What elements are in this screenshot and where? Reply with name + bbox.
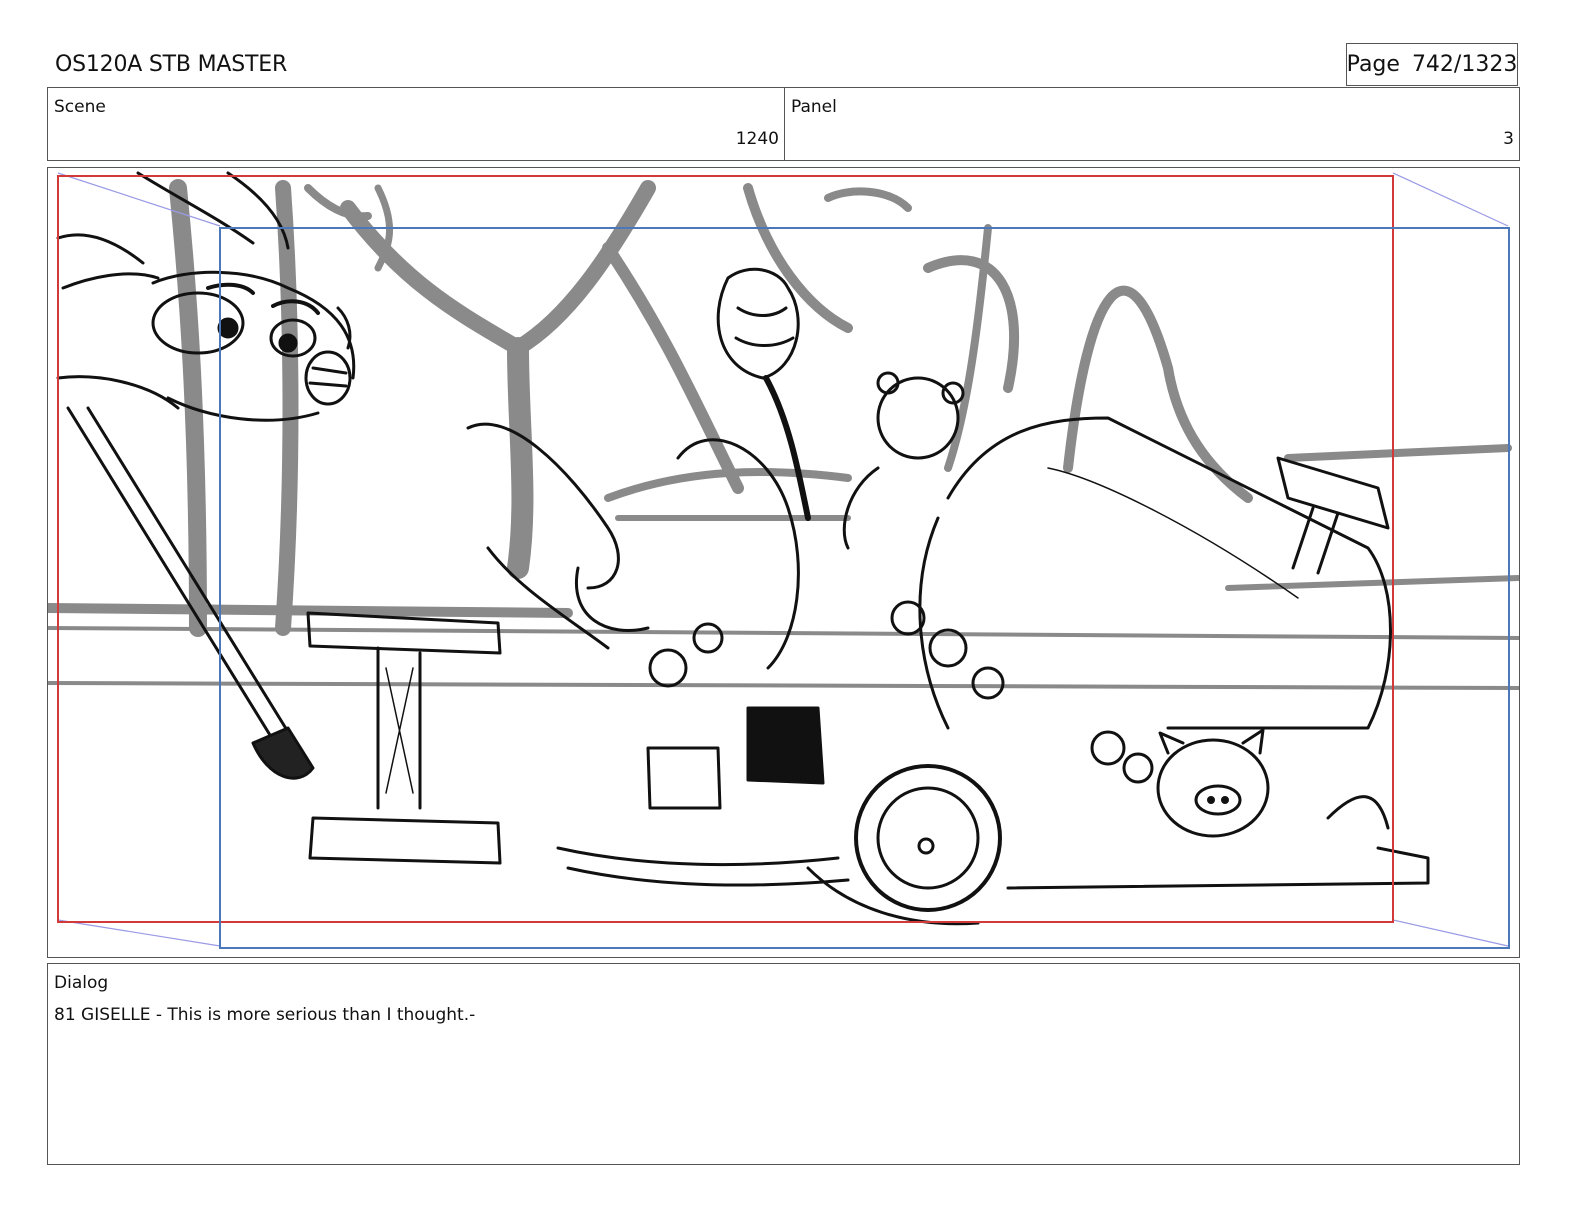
panel-number: 3 xyxy=(1503,129,1514,149)
storyboard-frame xyxy=(47,167,1520,958)
dialog-label: Dialog xyxy=(54,973,109,993)
page-number: 742/1323 xyxy=(1411,52,1518,77)
dialog-box: Dialog 81 GISELLE - This is more serious… xyxy=(47,963,1520,1165)
panel-label: Panel xyxy=(791,97,837,117)
camera-frame xyxy=(219,227,1510,949)
storyboard-sketch xyxy=(48,171,1519,949)
panel-cell: Panel 3 xyxy=(785,88,1519,160)
scene-panel-row: Scene 1240 Panel 3 xyxy=(47,87,1520,161)
dialog-text: 81 GISELLE - This is more serious than I… xyxy=(54,1005,476,1025)
safe-frame xyxy=(57,175,1394,923)
page-label: Page xyxy=(1346,52,1400,77)
scene-label: Scene xyxy=(54,97,106,117)
scene-number: 1240 xyxy=(735,129,779,149)
giselle-character-sketch xyxy=(56,171,356,780)
toy-pileup-sketch xyxy=(306,267,1430,926)
document-title: OS120A STB MASTER xyxy=(55,52,288,77)
page-indicator: Page 742/1323 xyxy=(1346,43,1518,86)
camera-guides xyxy=(57,172,1510,949)
background-sketch xyxy=(48,179,1519,690)
scene-cell: Scene 1240 xyxy=(48,88,785,160)
